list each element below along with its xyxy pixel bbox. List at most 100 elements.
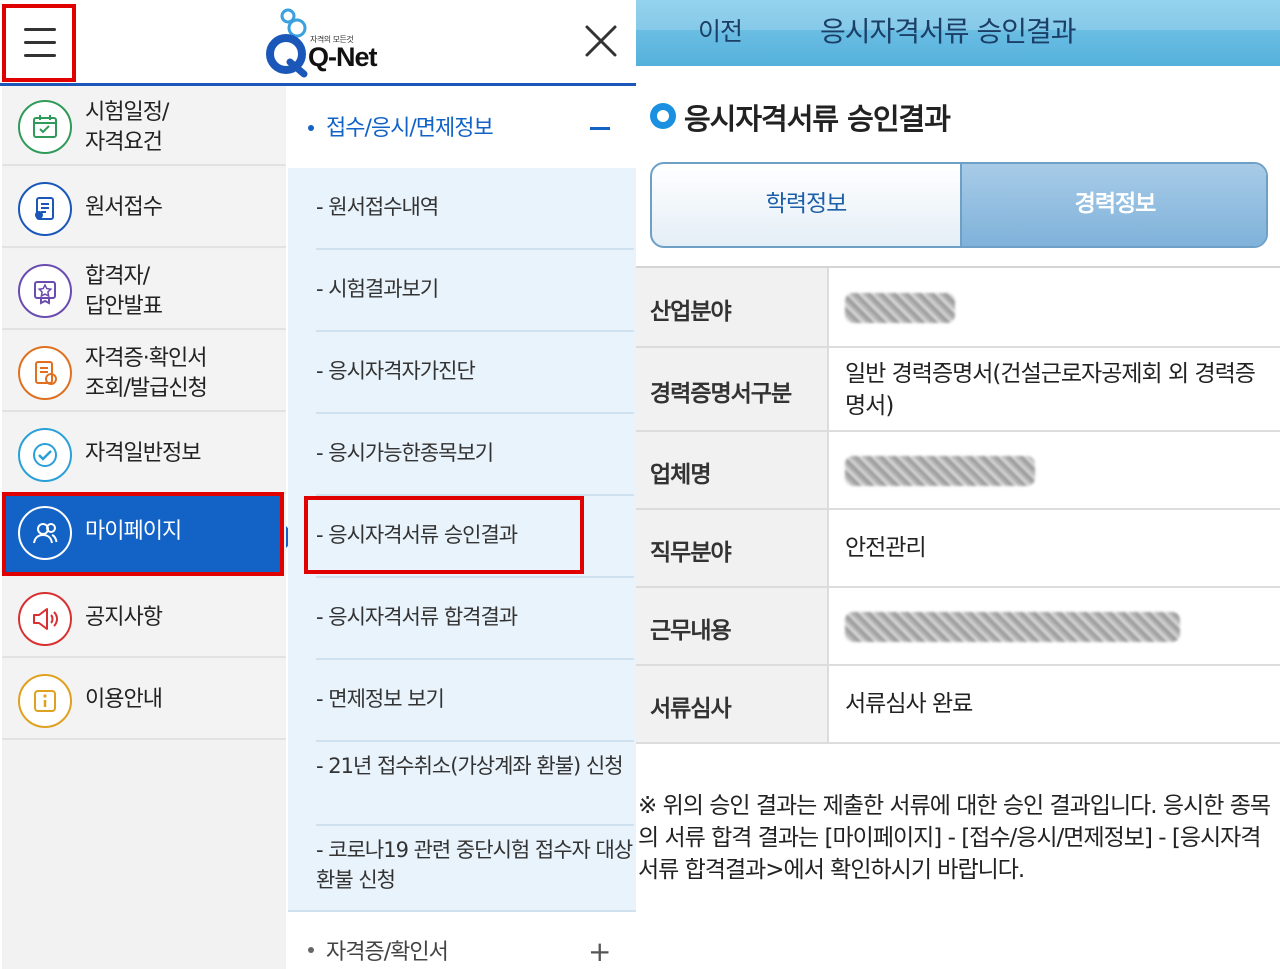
expand-icon: + xyxy=(588,935,612,968)
submenu-item-3[interactable]: - 응시자격자가진단 xyxy=(316,332,634,414)
primary-menu: 시험일정/자격요건원서접수합격자/답안발표자격증·확인서조회/발급신청자격일반정… xyxy=(2,86,286,969)
qnet-logo[interactable]: 자격의 모든것 Q-Net xyxy=(264,6,384,78)
sidebar-item-2[interactable]: 원서접수 xyxy=(2,168,286,248)
row-header: 업체명 xyxy=(636,432,829,508)
sidebar-item-7[interactable]: 공지사항 xyxy=(2,578,286,658)
submenu-item-1[interactable]: - 원서접수내역 xyxy=(316,168,634,250)
submenu-item-label: - 응시가능한종목보기 xyxy=(316,441,494,465)
icon-circle xyxy=(18,674,72,728)
submenu-header-label: 접수/응시/면제정보 xyxy=(326,116,494,141)
submenu-item-6[interactable]: - 응시자격서류 합격결과 xyxy=(316,578,634,660)
submenu-header[interactable]: 접수/응시/면제정보 xyxy=(288,86,636,168)
close-icon xyxy=(585,25,617,57)
highlight-box xyxy=(304,496,584,574)
label-line: 마이페이지 xyxy=(85,519,182,544)
collapse-icon xyxy=(590,127,610,130)
label-line: 원서접수 xyxy=(85,195,163,220)
submenu-footer[interactable]: 자격증/확인서 + xyxy=(288,910,636,969)
header-title: 응시자격서류 승인결과 xyxy=(820,15,1077,48)
document-icon xyxy=(35,197,54,220)
check-circle-icon xyxy=(33,443,57,467)
label-line: 이용안내 xyxy=(85,687,163,712)
tab-career[interactable]: 경력정보 xyxy=(960,164,1266,246)
row-label: 경력증명서구분 xyxy=(650,381,792,407)
submenu-item-label: - 면제정보 보기 xyxy=(316,687,445,711)
sidebar-item-4[interactable]: 자격증·확인서조회/발급신청 xyxy=(2,332,286,412)
hamburger-line xyxy=(24,41,56,44)
icon-circle xyxy=(18,182,72,236)
label-line: 자격일반정보 xyxy=(85,441,201,466)
logo-text: Q-Net xyxy=(308,42,377,72)
sidebar-item-1[interactable]: 시험일정/자격요건 xyxy=(2,86,286,166)
redacted-value xyxy=(845,293,955,323)
sidebar-item-8[interactable]: 이용안내 xyxy=(2,660,286,740)
result-header: 이전 응시자격서류 승인결과 xyxy=(636,0,1280,66)
sidebar-item-3[interactable]: 합격자/답안발표 xyxy=(2,250,286,330)
row-label: 직무분야 xyxy=(650,540,732,566)
menu-panel: 자격의 모든것 Q-Net 시험일정/자격요건 원서접수 합격자/답안발표 자격증·확… xyxy=(0,0,636,969)
sidebar-item-6[interactable]: 마이페이지 xyxy=(2,492,284,576)
submenu-item-label: - 원서접수내역 xyxy=(316,195,439,219)
sidebar-item-5[interactable]: 자격일반정보 xyxy=(2,414,286,494)
info-table: 산업분야 경력증명서구분 일반 경력증명서(건설근로자공제회 외 경력증명서) 업체명… xyxy=(636,266,1280,744)
hamburger-line xyxy=(24,28,56,31)
sidebar-item-label: 원서접수 xyxy=(85,193,163,223)
table-row: 경력증명서구분 일반 경력증명서(건설근로자공제회 외 경력증명서) xyxy=(636,348,1280,432)
submenu-item-7[interactable]: - 면제정보 보기 xyxy=(316,660,634,742)
redacted-value xyxy=(845,612,1180,642)
sidebar-item-label: 이용안내 xyxy=(85,685,163,715)
label-line: 답안발표 xyxy=(85,294,163,319)
table-row: 직무분야 안전관리 xyxy=(636,510,1280,588)
row-header: 근무내용 xyxy=(636,588,829,664)
back-button[interactable]: 이전 xyxy=(698,12,743,48)
result-panel: 이전 응시자격서류 승인결과 응시자격서류 승인결과 학력정보 경력정보 산업분… xyxy=(636,0,1280,969)
row-label: 업체명 xyxy=(650,462,711,488)
info-tabs: 학력정보 경력정보 xyxy=(650,162,1268,248)
sidebar-item-label: 시험일정/자격요건 xyxy=(85,98,169,158)
hamburger-line xyxy=(24,54,56,57)
bullet-dot xyxy=(308,947,314,953)
label-line: 조회/발급신청 xyxy=(85,376,208,401)
submenu-item-label: - 응시자격서류 합격결과 xyxy=(316,605,518,629)
label-line: 자격요건 xyxy=(85,130,163,155)
row-value-cell xyxy=(831,432,1280,508)
table-row: 산업분야 xyxy=(636,268,1280,348)
submenu-item-2[interactable]: - 시험결과보기 xyxy=(316,250,634,332)
close-menu-button[interactable] xyxy=(582,22,620,60)
submenu-item-label: - 시험결과보기 xyxy=(316,277,439,301)
row-value-cell xyxy=(831,588,1280,664)
table-row: 근무내용 xyxy=(636,588,1280,666)
sidebar-item-label: 마이페이지 xyxy=(85,517,182,547)
row-label: 근무내용 xyxy=(650,618,732,644)
info-icon xyxy=(34,690,56,712)
row-value-cell: 서류심사 완료 xyxy=(831,666,1280,742)
award-icon xyxy=(34,281,56,305)
label-line: 자격증·확인서 xyxy=(85,346,207,371)
submenu-item-8[interactable]: - 21년 접수취소(가상계좌 환불) 신청 xyxy=(316,742,634,826)
tab-education[interactable]: 학력정보 xyxy=(652,164,960,246)
user-icon xyxy=(33,523,58,544)
row-header: 산업분야 xyxy=(636,268,829,346)
calendar-icon xyxy=(33,115,57,138)
section-bullet-icon xyxy=(650,103,676,129)
submenu-item-4[interactable]: - 응시가능한종목보기 xyxy=(316,414,634,496)
icon-circle xyxy=(18,506,72,560)
certificate-icon xyxy=(35,361,57,385)
table-row: 업체명 xyxy=(636,432,1280,510)
icon-circle xyxy=(18,346,72,400)
icon-circle xyxy=(18,428,72,482)
hamburger-menu-button[interactable] xyxy=(2,4,76,82)
icon-circle xyxy=(18,264,72,318)
row-header: 직무분야 xyxy=(636,510,829,586)
row-value-cell: 안전관리 xyxy=(831,510,1280,586)
label-line: 합격자/ xyxy=(85,264,150,289)
row-value: 안전관리 xyxy=(845,535,927,561)
row-value-cell xyxy=(831,268,1280,346)
sidebar-item-label: 자격일반정보 xyxy=(85,439,201,469)
row-value: 서류심사 완료 xyxy=(845,691,973,717)
submenu-footer-label: 자격증/확인서 xyxy=(326,940,449,965)
submenu-item-9[interactable]: - 코로나19 관련 중단시험 접수자 대상 환불 신청 xyxy=(316,826,634,910)
submenu-item-label: - 응시자격자가진단 xyxy=(316,359,476,383)
sidebar-item-label: 공지사항 xyxy=(85,603,163,633)
section-title: 응시자격서류 승인결과 xyxy=(684,102,951,136)
